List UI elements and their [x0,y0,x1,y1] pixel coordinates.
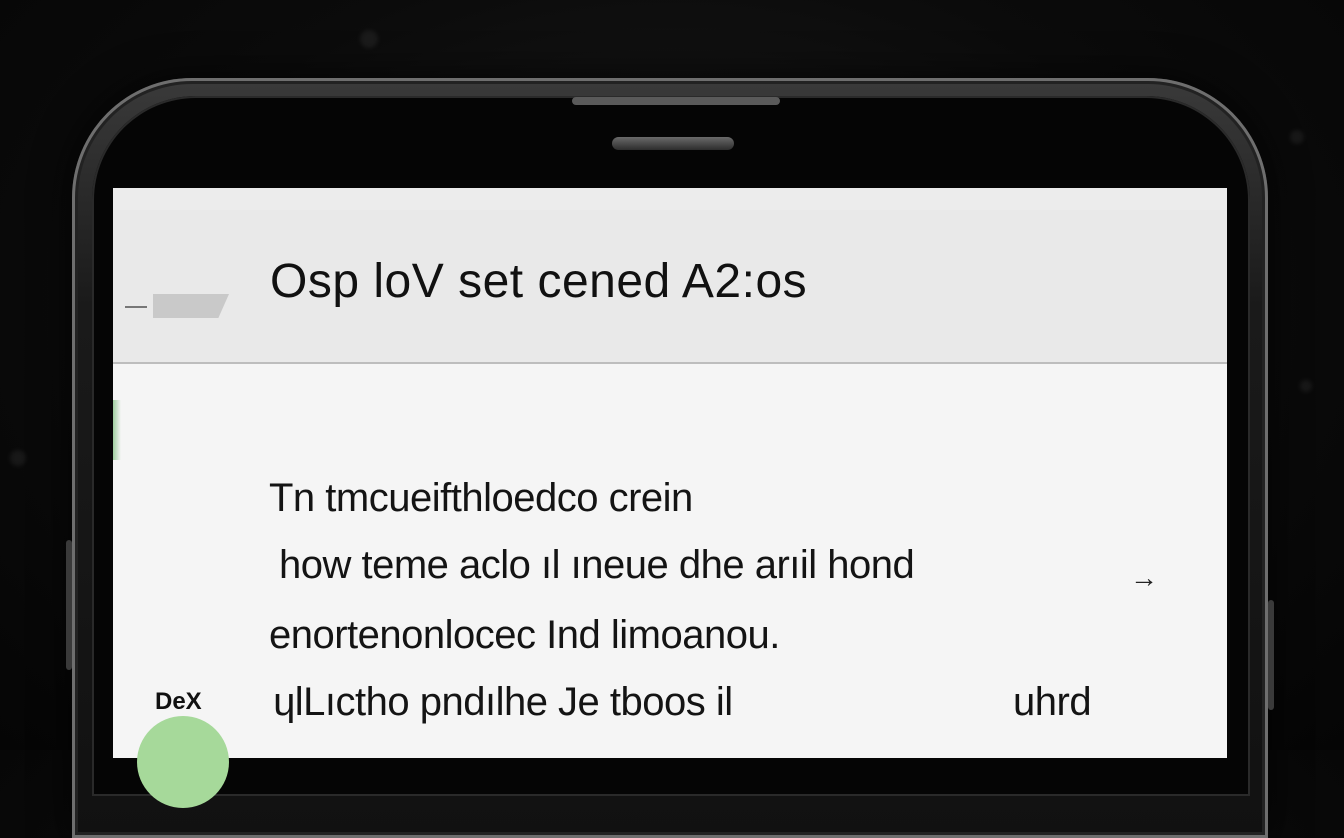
top-edge-slit [572,97,780,105]
arrow-right-icon: → [1130,562,1158,593]
text-line-1: Tn tmcueifthloedco crein [269,476,693,520]
app-bar: Osp loV set cened A2:os [113,210,1227,364]
text-line-3: enortenonlocec Ind limoanou. [269,613,780,657]
bokeh-light [1300,380,1312,392]
bokeh-light [360,30,378,48]
page-title: Osp loV set cened A2:os [270,255,808,308]
back-arrow-icon [125,306,147,308]
screen-edge-glow [113,400,121,460]
side-button-left[interactable] [66,540,72,670]
text-line-2: how teme aclo ıl ıneue dhe arıil hond [279,543,915,587]
dex-app-icon[interactable] [137,716,229,808]
status-bar [113,188,1227,210]
bokeh-light [10,450,26,466]
bokeh-light [1290,130,1304,144]
earpiece-speaker [612,137,734,150]
text-line-4: ɥlLıctho pndılhe Je tboos il [273,680,733,724]
back-button[interactable] [125,292,229,322]
back-tab-shape [153,294,229,318]
text-line-5: uhrd [1013,680,1092,724]
phone-screen: Osp loV set cened A2:os Tn tmcueifthloed… [113,188,1227,758]
dex-label: DeX [155,688,202,715]
side-button-right[interactable] [1268,600,1274,710]
